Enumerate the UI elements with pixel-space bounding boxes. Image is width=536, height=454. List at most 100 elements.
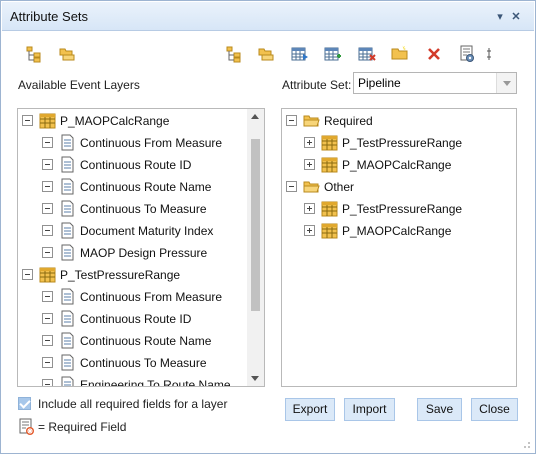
right-row-label: Other [324, 180, 355, 194]
add-layer-icon[interactable] [25, 45, 43, 63]
expand-icon[interactable] [304, 137, 315, 148]
resize-grip-icon[interactable] [523, 441, 531, 449]
delete-icon[interactable] [425, 45, 443, 63]
expand-icon[interactable] [304, 225, 315, 236]
scroll-down-icon[interactable] [251, 376, 259, 381]
field-icon [59, 178, 76, 195]
more-icon[interactable] [485, 45, 493, 63]
chevron-down-icon[interactable] [496, 73, 516, 93]
left-row[interactable]: Continuous From Measure [18, 286, 264, 308]
left-row-label: Document Maturity Index [80, 224, 214, 238]
left-row[interactable]: P_TestPressureRange [18, 264, 264, 286]
expand-icon[interactable] [304, 159, 315, 170]
save-button[interactable]: Save [417, 398, 462, 421]
field-icon [59, 134, 76, 151]
vertical-scrollbar[interactable] [247, 109, 264, 386]
attribute-set-label: Attribute Set: [282, 78, 352, 92]
left-row-label: Continuous From Measure [80, 136, 223, 150]
attribute-set-tree[interactable]: Required P_TestPressureRange P_MAOPCalcRan… [281, 108, 517, 387]
folder-icon [303, 112, 320, 129]
left-row[interactable]: Continuous Route ID [18, 308, 264, 330]
window-title: Attribute Sets [10, 9, 89, 24]
right-row-label: P_TestPressureRange [342, 202, 463, 216]
collapse-icon[interactable] [42, 225, 53, 236]
left-row[interactable]: Engineering To Route Name [18, 374, 264, 386]
right-row[interactable]: P_MAOPCalcRange [282, 220, 516, 242]
layer-icon [321, 222, 338, 239]
attribute-set-select[interactable]: Pipeline [353, 72, 517, 94]
left-row-label: Continuous Route ID [80, 158, 192, 172]
right-row[interactable]: P_TestPressureRange [282, 132, 516, 154]
right-row[interactable]: P_MAOPCalcRange [282, 154, 516, 176]
properties-icon[interactable] [458, 45, 476, 63]
add-field-icon[interactable] [324, 45, 342, 63]
left-row[interactable]: Continuous Route ID [18, 154, 264, 176]
collapse-icon[interactable] [22, 115, 33, 126]
required-field-icon [19, 418, 34, 435]
left-row-label: Continuous Route Name [80, 334, 212, 348]
field-icon [59, 288, 76, 305]
new-folder-icon[interactable] [391, 44, 409, 62]
left-row[interactable]: MAOP Design Pressure [18, 242, 264, 264]
collapse-icon[interactable] [42, 181, 53, 192]
left-row[interactable]: Continuous To Measure [18, 352, 264, 374]
left-row[interactable]: Continuous From Measure [18, 132, 264, 154]
left-row-label: Continuous From Measure [80, 290, 223, 304]
include-required-label: Include all required fields for a layer [38, 397, 228, 411]
add-folder-icon[interactable] [257, 45, 275, 63]
collapse-icon[interactable] [42, 247, 53, 258]
collapse-icon[interactable] [42, 335, 53, 346]
collapse-icon[interactable] [42, 203, 53, 214]
right-row[interactable]: Required [282, 110, 516, 132]
field-icon [59, 354, 76, 371]
field-icon [59, 310, 76, 327]
left-row[interactable]: P_MAOPCalcRange [18, 110, 264, 132]
import-button[interactable]: Import [344, 398, 395, 421]
collapse-icon[interactable] [286, 181, 297, 192]
right-row-label: P_MAOPCalcRange [342, 224, 452, 238]
collapse-icon[interactable] [42, 379, 53, 386]
left-row-label: Continuous Route ID [80, 312, 192, 326]
add-folder-icon[interactable] [58, 45, 76, 63]
collapse-icon[interactable] [42, 313, 53, 324]
collapse-icon[interactable] [286, 115, 297, 126]
right-row[interactable]: P_TestPressureRange [282, 198, 516, 220]
left-row[interactable]: Continuous Route Name [18, 330, 264, 352]
attribute-set-value: Pipeline [358, 76, 401, 90]
left-row[interactable]: Document Maturity Index [18, 220, 264, 242]
collapse-icon[interactable] [42, 137, 53, 148]
expand-icon[interactable] [304, 203, 315, 214]
left-row[interactable]: Continuous To Measure [18, 198, 264, 220]
field-icon [59, 222, 76, 239]
layer-icon [321, 200, 338, 217]
left-row-label: P_MAOPCalcRange [60, 114, 170, 128]
scroll-up-icon[interactable] [251, 114, 259, 119]
collapse-icon[interactable] [42, 291, 53, 302]
field-icon [59, 376, 76, 386]
close-button[interactable]: Close [471, 398, 518, 421]
collapse-icon[interactable] [42, 159, 53, 170]
right-row-label: P_MAOPCalcRange [342, 158, 452, 172]
field-icon [59, 332, 76, 349]
right-row-label: Required [324, 114, 373, 128]
right-row-label: P_TestPressureRange [342, 136, 463, 150]
legend-label: = Required Field [38, 420, 127, 434]
remove-field-icon[interactable] [358, 45, 376, 63]
layer-icon [39, 112, 56, 129]
table-import-icon[interactable] [291, 45, 309, 63]
scrollbar-thumb[interactable] [251, 139, 260, 311]
close-icon[interactable]: ✕ [509, 10, 523, 24]
title-bar[interactable]: Attribute Sets ▾ ✕ [2, 2, 534, 31]
collapse-icon[interactable] [22, 269, 33, 280]
available-layers-tree[interactable]: P_MAOPCalcRange Continuous From Measure Co… [17, 108, 265, 387]
collapse-icon[interactable] [42, 357, 53, 368]
include-required-checkbox[interactable] [18, 397, 31, 410]
right-row[interactable]: Other [282, 176, 516, 198]
left-row[interactable]: Continuous Route Name [18, 176, 264, 198]
export-button[interactable]: Export [285, 398, 335, 421]
layer-icon [39, 266, 56, 283]
add-layer-icon[interactable] [225, 45, 243, 63]
field-icon [59, 156, 76, 173]
window-menu-icon[interactable]: ▾ [493, 10, 507, 24]
field-icon [59, 244, 76, 261]
